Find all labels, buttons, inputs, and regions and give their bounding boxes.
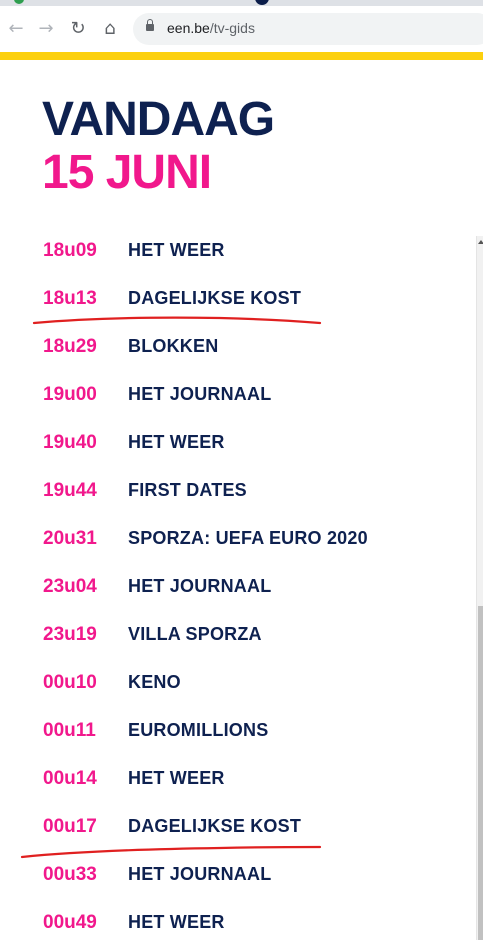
- program-time: 19u00: [43, 384, 97, 405]
- program-time: 23u19: [43, 624, 97, 645]
- schedule-row[interactable]: 20u31 SPORZA: UEFA EURO 2020: [0, 516, 483, 564]
- program-time: 00u11: [43, 720, 96, 741]
- program-time: 20u31: [43, 528, 97, 549]
- program-time: 00u10: [43, 672, 97, 693]
- schedule-row[interactable]: 18u09 HET WEER: [0, 228, 483, 276]
- program-time: 18u09: [43, 240, 97, 261]
- program-title-link[interactable]: HET JOURNAAL: [128, 384, 271, 405]
- schedule-row[interactable]: 00u11 EUROMILLIONS: [0, 708, 483, 756]
- url-path: /tv-gids: [209, 20, 255, 36]
- program-time: 18u29: [43, 336, 97, 357]
- program-time: 00u14: [43, 768, 97, 789]
- schedule-row[interactable]: 18u29 BLOKKEN: [0, 324, 483, 372]
- program-title-link[interactable]: SPORZA: UEFA EURO 2020: [128, 528, 368, 549]
- schedule-row[interactable]: 23u04 HET JOURNAAL: [0, 564, 483, 612]
- site-header-bar: [0, 52, 483, 60]
- address-bar[interactable]: een.be/tv-gids: [133, 13, 483, 45]
- program-time: 19u44: [43, 480, 97, 501]
- page-date: 15 JUNI: [42, 146, 212, 199]
- schedule-row[interactable]: 00u33 HET JOURNAAL: [0, 852, 483, 900]
- schedule-row[interactable]: 00u14 HET WEER: [0, 756, 483, 804]
- program-title-link[interactable]: HET WEER: [128, 768, 225, 789]
- program-title-link[interactable]: HET WEER: [128, 432, 225, 453]
- program-time: 00u33: [43, 864, 97, 885]
- schedule-row[interactable]: 00u17 DAGELIJKSE KOST: [0, 804, 483, 852]
- schedule-row[interactable]: 00u10 KENO: [0, 660, 483, 708]
- program-title-link[interactable]: EUROMILLIONS: [128, 720, 268, 741]
- schedule-row[interactable]: 19u44 FIRST DATES: [0, 468, 483, 516]
- program-title-link[interactable]: HET WEER: [128, 912, 225, 933]
- program-title-link[interactable]: HET JOURNAAL: [128, 864, 271, 885]
- browser-toolbar: ← → ↻ ⌂ een.be/tv-gids: [0, 6, 483, 52]
- program-time: 18u13: [43, 288, 97, 309]
- program-title-link[interactable]: FIRST DATES: [128, 480, 247, 501]
- scroll-up-arrow-icon[interactable]: [478, 240, 483, 244]
- program-title-link[interactable]: VILLA SPORZA: [128, 624, 262, 645]
- scrollbar-thumb[interactable]: [478, 606, 483, 940]
- program-title-link[interactable]: KENO: [128, 672, 181, 693]
- lock-icon[interactable]: [146, 19, 154, 31]
- schedule-row[interactable]: 19u40 HET WEER: [0, 420, 483, 468]
- program-title-link[interactable]: DAGELIJKSE KOST: [128, 288, 301, 309]
- program-time: 00u49: [43, 912, 97, 933]
- tab-favicon-icon[interactable]: [14, 0, 24, 4]
- schedule-row[interactable]: 19u00 HET JOURNAAL: [0, 372, 483, 420]
- program-title-link[interactable]: HET WEER: [128, 240, 225, 261]
- schedule-row[interactable]: 23u19 VILLA SPORZA: [0, 612, 483, 660]
- reload-icon[interactable]: ↻: [66, 17, 90, 41]
- scrollbar[interactable]: [476, 236, 483, 940]
- back-arrow-icon[interactable]: ←: [4, 17, 28, 41]
- program-time: 00u17: [43, 816, 97, 837]
- program-title-link[interactable]: BLOKKEN: [128, 336, 218, 357]
- een-tab-favicon-icon[interactable]: [255, 0, 269, 5]
- url-domain: een.be: [167, 20, 210, 36]
- tv-schedule-list: 18u09 HET WEER 18u13 DAGELIJKSE KOST 18u29 BL…: [0, 228, 483, 948]
- forward-arrow-icon[interactable]: →: [34, 17, 58, 41]
- program-time: 19u40: [43, 432, 97, 453]
- program-title-link[interactable]: HET JOURNAAL: [128, 576, 271, 597]
- page-title: VANDAAG: [42, 93, 275, 146]
- schedule-row[interactable]: 18u13 DAGELIJKSE KOST: [0, 276, 483, 324]
- program-title-link[interactable]: DAGELIJKSE KOST: [128, 816, 301, 837]
- home-icon[interactable]: ⌂: [98, 17, 122, 41]
- schedule-row[interactable]: 00u49 HET WEER: [0, 900, 483, 948]
- program-time: 23u04: [43, 576, 97, 597]
- url-text[interactable]: een.be/tv-gids: [167, 20, 255, 36]
